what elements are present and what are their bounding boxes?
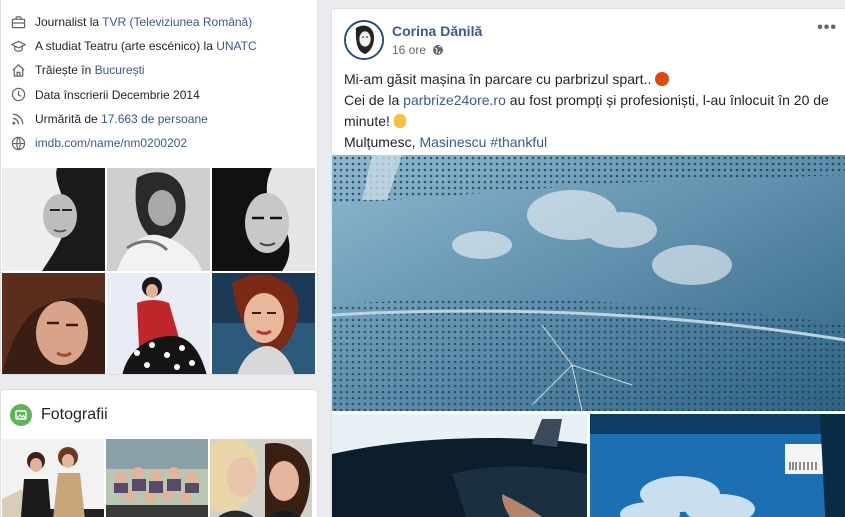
tvr-link[interactable]: TVR: [102, 15, 126, 29]
intro-work-text: Journalist la TVR (Televiziunea Română): [35, 15, 253, 30]
left-column: Journalist la TVR (Televiziunea Română) …: [0, 0, 318, 517]
post-photo-3[interactable]: [590, 414, 845, 517]
intro-lives-text: Trăiește în București: [35, 63, 145, 78]
more-options-button[interactable]: •••: [817, 19, 837, 37]
intro-joined: Data înscrierii Decembrie 2014: [9, 83, 317, 107]
intro-work: Journalist la TVR (Televiziunea Română): [9, 10, 317, 34]
post-line-1: Mi-am găsit mașina în parcare cu parbriz…: [344, 69, 839, 90]
featured-photo-6[interactable]: [212, 273, 315, 374]
intro-website: imdb.com/name/nm0200202: [9, 131, 317, 155]
home-icon: [9, 61, 27, 79]
audience-globe-icon[interactable]: [432, 44, 444, 56]
photo-thumb-1[interactable]: [2, 439, 104, 517]
photo-thumb-3[interactable]: [210, 439, 312, 517]
intro-followers-text: Urmărită de 17.663 de persoane: [35, 111, 208, 126]
post-card: Corina Dănilă 16 ore ••• Mi-am găsit maș…: [331, 8, 845, 517]
parbrize-link[interactable]: parbrize24ore.ro: [403, 92, 506, 108]
thankful-hashtag[interactable]: #thankful: [490, 134, 547, 150]
intro-lives: Trăiește în București: [9, 58, 317, 82]
post-timestamp: 16 ore: [392, 43, 482, 57]
masinescu-link[interactable]: Masinescu: [419, 134, 486, 150]
city-link[interactable]: București: [95, 63, 145, 77]
intro-list: Journalist la TVR (Televiziunea Română) …: [1, 0, 317, 155]
featured-photo-2[interactable]: [107, 168, 210, 271]
intro-card: Journalist la TVR (Televiziunea Română) …: [0, 0, 318, 375]
post-line-3: Mulțumesc, Masinescu #thankful: [344, 134, 548, 150]
post-line-2: Cei de la parbrize24ore.ro au fost promp…: [344, 92, 829, 129]
followers-link[interactable]: 17.663 de persoane: [101, 112, 208, 126]
photos-icon: [10, 404, 32, 426]
graduation-cap-icon: [9, 37, 27, 55]
featured-photo-3[interactable]: [212, 168, 315, 271]
ok-hand-emoji-icon: [393, 114, 406, 128]
post-time-text[interactable]: 16 ore: [392, 43, 426, 57]
post-author-name[interactable]: Corina Dănilă: [392, 23, 482, 39]
photos-card: Fotografii: [0, 389, 318, 517]
featured-photo-1[interactable]: [2, 168, 105, 271]
briefcase-icon: [9, 13, 27, 31]
intro-followers: Urmărită de 17.663 de persoane: [9, 107, 317, 131]
post-meta: Corina Dănilă 16 ore: [392, 23, 482, 57]
tvr-fullname-link[interactable]: (Televiziunea Română): [126, 15, 252, 29]
post-text: Mi-am găsit mașina în parcare cu parbriz…: [344, 69, 839, 153]
post-photo-2[interactable]: [332, 414, 587, 517]
featured-photo-5[interactable]: [107, 273, 210, 374]
photos-title[interactable]: Fotografii: [41, 406, 108, 424]
angry-emoji-icon: [655, 72, 670, 86]
photo-thumb-2[interactable]: [106, 439, 208, 517]
post-header: Corina Dănilă 16 ore: [344, 20, 482, 60]
unatc-link[interactable]: UNATC: [216, 39, 256, 53]
photos-grid: [2, 439, 312, 517]
clock-icon: [9, 86, 27, 104]
intro-education: A studiat Teatru (arte escénico) la UNAT…: [9, 34, 317, 58]
intro-education-text: A studiat Teatru (arte escénico) la UNAT…: [35, 39, 257, 54]
photos-header[interactable]: Fotografii: [1, 390, 317, 426]
post-photo-main[interactable]: [332, 155, 845, 411]
imdb-link[interactable]: imdb.com/name/nm0200202: [35, 136, 187, 150]
intro-joined-text: Data înscrierii Decembrie 2014: [35, 87, 200, 102]
featured-photos: [2, 168, 315, 374]
rss-icon: [9, 110, 27, 128]
author-avatar[interactable]: [344, 20, 384, 60]
featured-photo-4[interactable]: [2, 273, 105, 374]
globe-icon: [9, 134, 27, 152]
